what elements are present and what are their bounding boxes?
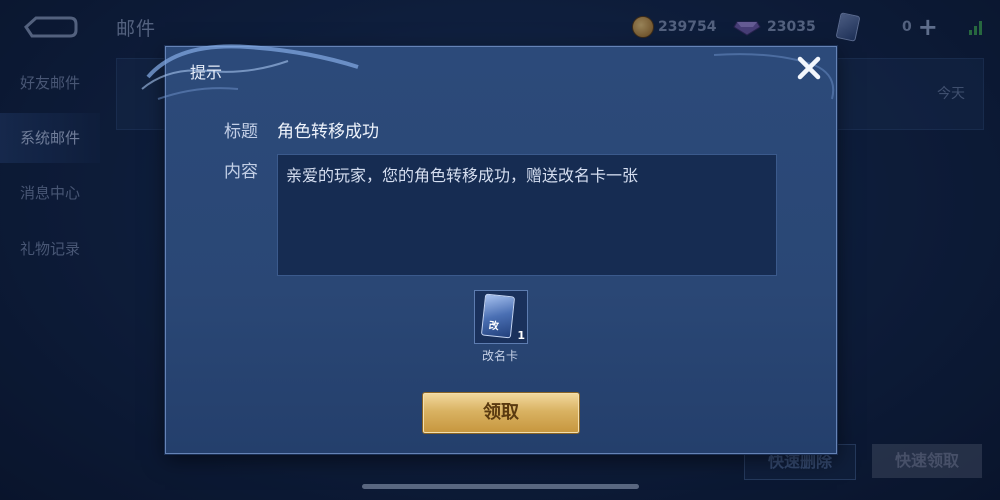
dialog-title: 提示 bbox=[190, 63, 223, 82]
mail-content: 亲爱的玩家，您的角色转移成功，赠送改名卡一张 bbox=[286, 166, 639, 185]
rename-card-glyph: 改 bbox=[488, 320, 500, 333]
content-box: 亲爱的玩家，您的角色转移成功，赠送改名卡一张 bbox=[277, 154, 777, 276]
claim-button[interactable]: 领取 bbox=[423, 393, 579, 433]
home-indicator[interactable] bbox=[362, 484, 639, 489]
subject-label: 标题 bbox=[224, 122, 258, 142]
mail-dialog: 提示 标题 角色转移成功 内容 亲爱的玩家，您的角色转移成功，赠送改名卡一张 改… bbox=[141, 44, 837, 454]
attachment-name: 改名卡 bbox=[481, 349, 518, 363]
dialog-ornament bbox=[141, 44, 359, 100]
mail-subject: 角色转移成功 bbox=[277, 122, 379, 142]
close-icon[interactable] bbox=[794, 53, 824, 83]
content-label: 内容 bbox=[224, 162, 258, 182]
attachment-count: 1 bbox=[517, 329, 525, 342]
attachment-slot[interactable]: 改 1 bbox=[474, 290, 528, 344]
